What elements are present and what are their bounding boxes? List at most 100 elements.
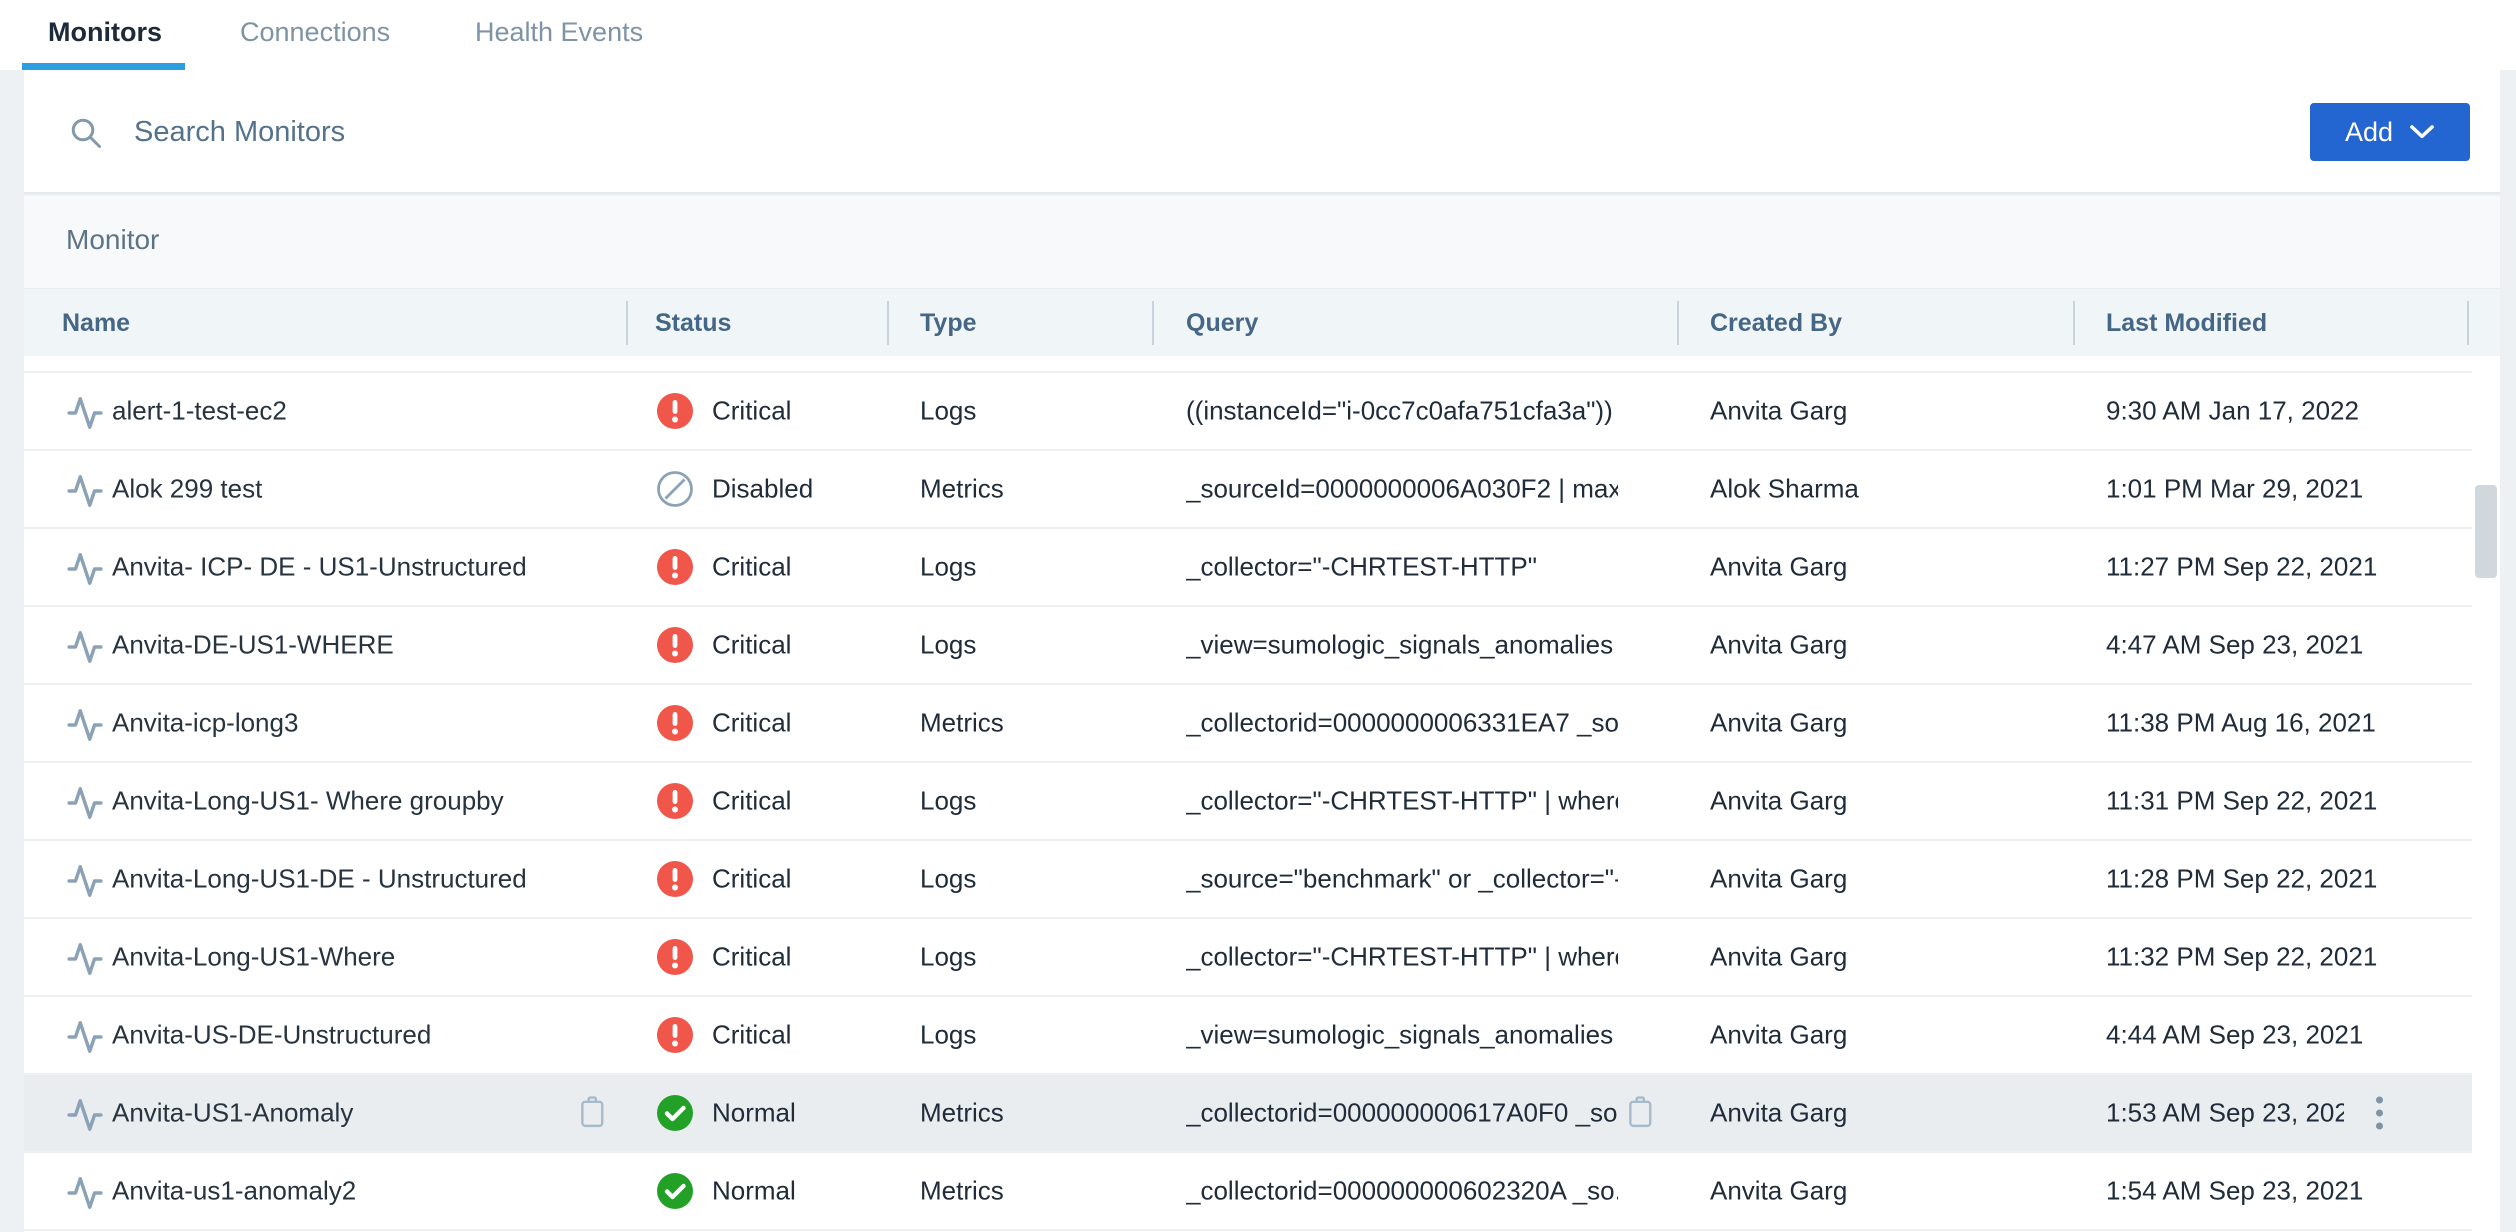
created-by: Anvita Garg — [1710, 942, 1847, 973]
monitors-table-body: alert-1-test-ec2 Critical Logs ((instanc… — [24, 356, 2500, 1232]
table-row[interactable]: Anvita-DE-US1-WHERE Critical Logs _view=… — [24, 607, 2500, 685]
query-text: _sourceId=0000000006A030F2 | max... — [1186, 474, 1618, 505]
type-label: Logs — [920, 1020, 976, 1051]
tab-connections[interactable]: Connections — [240, 0, 390, 64]
critical-icon — [656, 704, 694, 742]
table-row[interactable]: Anvita-us1-anomaly2 Normal Metrics _coll… — [24, 1153, 2500, 1231]
pulse-icon — [66, 940, 104, 974]
column-header-last-modified[interactable]: Last Modified — [2106, 289, 2267, 357]
column-header-type[interactable]: Type — [920, 289, 977, 357]
table-row[interactable]: Alok 299 test Disabled Metrics _sourceId… — [24, 451, 2500, 529]
copy-query-button[interactable] — [1624, 1094, 1658, 1132]
created-by: Anvita Garg — [1710, 708, 1847, 739]
critical-icon — [656, 548, 694, 586]
table-row[interactable]: Anvita-icp-long3 Critical Metrics _colle… — [24, 685, 2500, 763]
normal-icon — [656, 1094, 694, 1132]
column-divider — [887, 301, 889, 345]
pulse-icon — [66, 628, 104, 662]
status-label: Critical — [712, 630, 791, 661]
monitor-name: alert-1-test-ec2 — [112, 396, 287, 427]
created-by: Anvita Garg — [1710, 1098, 1847, 1129]
created-by: Anvita Garg — [1710, 786, 1847, 817]
status-label: Critical — [712, 864, 791, 895]
normal-icon — [656, 1172, 694, 1210]
type-label: Metrics — [920, 1176, 1004, 1207]
copy-name-button[interactable] — [576, 1094, 610, 1132]
last-modified: 4:44 AM Sep 23, 2021 — [2106, 1020, 2363, 1051]
table-row[interactable]: Anvita-US-DE-Unstructured Critical Logs … — [24, 997, 2500, 1075]
vertical-scrollbar-thumb[interactable] — [2475, 485, 2497, 578]
type-label: Metrics — [920, 474, 1004, 505]
table-row[interactable]: Anvita-US1-Anomaly Normal Metrics _colle… — [24, 1075, 2500, 1153]
type-label: Logs — [920, 396, 976, 427]
created-by: Anvita Garg — [1710, 396, 1847, 427]
table-header: Name Status Type Query Created By Last M… — [24, 288, 2500, 356]
monitor-name: Anvita-DE-US1-WHERE — [112, 630, 394, 661]
table-row[interactable]: Anvita-Long-US1-DE - Unstructured Critic… — [24, 841, 2500, 919]
query-text: _collectorid=0000000006331EA7 _so... — [1186, 708, 1618, 739]
critical-icon — [656, 860, 694, 898]
type-label: Logs — [920, 552, 976, 583]
monitor-name: Alok 299 test — [112, 474, 262, 505]
column-divider — [1677, 301, 1679, 345]
pulse-icon — [66, 550, 104, 584]
status-label: Normal — [712, 1176, 796, 1207]
status-label: Critical — [712, 786, 791, 817]
type-label: Logs — [920, 630, 976, 661]
column-header-query[interactable]: Query — [1186, 289, 1258, 357]
query-text: ((instanceId="i-0cc7c0afa751cfa3a")) — [1186, 396, 1613, 427]
last-modified: 11:27 PM Sep 22, 2021 — [2106, 552, 2377, 583]
status-label: Normal — [712, 1098, 796, 1129]
critical-icon — [656, 938, 694, 976]
query-text: _collector="-CHRTEST-HTTP" | where ... — [1186, 786, 1618, 817]
table-row[interactable]: Anvita-Long-US1- Where groupby Critical … — [24, 763, 2500, 841]
created-by: Alok Sharma — [1710, 474, 1859, 505]
pulse-icon — [66, 706, 104, 740]
query-text: _collector="-CHRTEST-HTTP" — [1186, 552, 1537, 583]
column-header-status[interactable]: Status — [655, 289, 731, 357]
pulse-icon — [66, 1018, 104, 1052]
pulse-icon — [66, 784, 104, 818]
chevron-down-icon — [2409, 124, 2435, 140]
query-text: _collector="-CHRTEST-HTTP" | where ... — [1186, 942, 1618, 973]
table-row[interactable]: Anvita-Long-US1-Where Critical Logs _col… — [24, 919, 2500, 997]
monitor-name: Anvita- ICP- DE - US1-Unstructured — [112, 552, 527, 583]
type-label: Logs — [920, 864, 976, 895]
last-modified: 11:38 PM Aug 16, 2021 — [2106, 708, 2376, 739]
tab-bar: Monitors Connections Health Events — [0, 0, 2516, 70]
search-input[interactable] — [134, 100, 1834, 164]
last-modified: 9:30 AM Jan 17, 2022 — [2106, 396, 2359, 427]
last-modified: 1:54 AM Sep 23, 2021 — [2106, 1176, 2363, 1207]
row-menu-kebab-icon[interactable] — [2376, 1091, 2386, 1136]
column-header-created-by[interactable]: Created By — [1710, 289, 1842, 357]
type-label: Logs — [920, 786, 976, 817]
created-by: Anvita Garg — [1710, 1176, 1847, 1207]
query-text: _collectorid=000000000617A0F0 _so... — [1186, 1098, 1618, 1129]
status-label: Disabled — [712, 474, 813, 505]
column-divider — [1152, 301, 1154, 345]
critical-icon — [656, 1016, 694, 1054]
add-button[interactable]: Add — [2310, 103, 2470, 161]
last-modified: 4:47 AM Sep 23, 2021 — [2106, 630, 2363, 661]
last-modified: 11:28 PM Sep 22, 2021 — [2106, 864, 2377, 895]
created-by: Anvita Garg — [1710, 1020, 1847, 1051]
last-modified: 1:53 AM Sep 23, 2021 — [2106, 1098, 2344, 1129]
column-divider — [2073, 301, 2075, 345]
type-label: Logs — [920, 942, 976, 973]
column-header-name[interactable]: Name — [62, 289, 130, 357]
search-bar: Add — [24, 70, 2500, 194]
last-modified: 11:32 PM Sep 22, 2021 — [2106, 942, 2377, 973]
table-row[interactable]: Anvita- ICP- DE - US1-Unstructured Criti… — [24, 529, 2500, 607]
section-header: Monitor — [24, 196, 2500, 288]
monitor-name: Anvita-Long-US1- Where groupby — [112, 786, 504, 817]
created-by: Anvita Garg — [1710, 552, 1847, 583]
pulse-icon — [66, 862, 104, 896]
query-text: _view=sumologic_signals_anomalies | ... — [1186, 630, 1618, 661]
tab-health-events[interactable]: Health Events — [475, 0, 643, 64]
vertical-scrollbar-track — [2472, 356, 2500, 1232]
disabled-icon — [656, 470, 694, 508]
tab-monitors[interactable]: Monitors — [48, 0, 162, 64]
status-label: Critical — [712, 396, 791, 427]
table-row[interactable]: alert-1-test-ec2 Critical Logs ((instanc… — [24, 373, 2500, 451]
last-modified: 11:31 PM Sep 22, 2021 — [2106, 786, 2377, 817]
